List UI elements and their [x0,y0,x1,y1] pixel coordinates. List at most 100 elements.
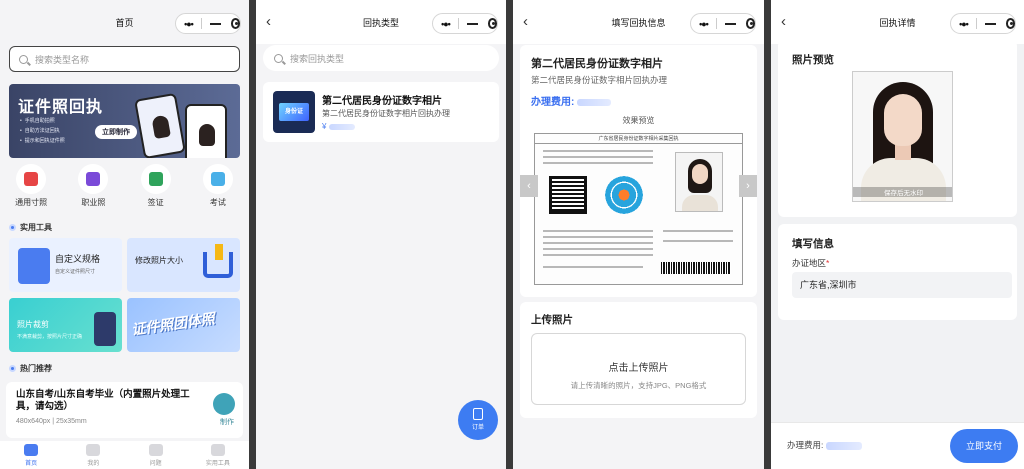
portrait-photo [675,152,723,212]
home-screen: 首页 •●• 搜索类型名称 证件照回执 手机自助拍照 自助方法证回执 提示和回执… [0,0,249,469]
more-icon[interactable]: •●• [433,19,458,29]
logo-seal [605,176,643,214]
section-tools: 实用工具 [9,222,52,233]
exam-icon [210,172,225,186]
promo-banner[interactable]: 证件照回执 手机自助拍照 自助方法证回执 提示和回执证件照 立即制作 [9,84,240,158]
back-icon[interactable]: ‹ [781,14,786,29]
search-icon [19,54,28,64]
tool-resize-photo[interactable]: 修改照片大小 [127,238,240,292]
bullet-icon [9,224,16,231]
tools-icon [210,444,225,456]
close-icon[interactable] [487,18,497,29]
category-visa[interactable]: 签证 [127,164,185,208]
item-price: ¥ [322,122,355,131]
item-title: 第二代居民身份证数字相片 [322,96,442,107]
close-icon[interactable] [230,18,240,29]
mini-program-capsule: •●• [432,13,498,34]
fee-blurred [825,441,862,450]
tab-bar: 首页 我的 问题 实用工具 [0,441,249,469]
make-button-label[interactable]: 制作 [220,417,234,427]
tool-group-photo[interactable]: 证件照团体照 [127,298,240,352]
search-input[interactable]: 搜索回执类型 [263,45,499,71]
back-icon[interactable]: ‹ [266,14,271,29]
banner-title: 证件照回执 [18,99,104,116]
photo-preview[interactable]: 保存后无水印 [852,71,953,202]
back-icon[interactable]: ‹ [523,14,528,29]
product-card: 第二代居民身份证数字相片 第二代居民身份证数字相片回执办理 办理费用: 效果预览… [520,45,757,297]
item-subtitle: 第二代居民身份证数字相片回执办理 [322,109,450,118]
banner-bullet: 自助方法证回执 [20,126,65,136]
phone-illustration [185,104,227,158]
minimize-icon[interactable] [209,22,221,25]
fee-row: 办理费用: [787,439,862,451]
fee-row: 办理费用: [531,93,612,108]
watermark-text: 保存后无水印 [853,187,952,197]
category-exam[interactable]: 考试 [189,164,247,208]
receipt-details-screen: ‹ 回执详情 •●• 照片预览 保存后无水印 填写信息 办证地区* 广东省,深圳… [771,0,1024,469]
photo-preview-card: 照片预览 保存后无水印 [778,40,1017,217]
fill-info-screen: ‹ 填写回执信息 •●• 第二代居民身份证数字相片 第二代居民身份证数字相片回执… [513,0,764,469]
resize-icon [18,248,50,284]
tab-questions[interactable]: 问题 [131,444,181,467]
orders-button[interactable]: 订单 [458,400,498,440]
more-icon[interactable]: •●• [176,19,201,29]
next-arrow-icon[interactable]: › [739,175,757,197]
banner-bullet: 手机自助拍照 [20,116,65,126]
form-header: 广东省居民身份证数字相片采集回执 [535,134,742,144]
photo-preview-title: 照片预览 [792,54,834,66]
category-standard[interactable]: 通用寸照 [2,164,60,208]
banner-bullet: 提示和回执证件照 [20,136,65,146]
payment-bar: 办理费用: 立即支付 [771,422,1024,469]
qr-code [549,176,587,214]
user-icon [86,444,101,456]
question-icon [148,444,163,456]
upload-main-text: 点击上传照片 [608,363,669,374]
nav-bar: 首页 •●• [0,0,249,44]
mini-program-capsule: •●• [690,13,756,34]
more-icon[interactable]: •●• [951,19,976,29]
search-placeholder: 搜索回执类型 [290,53,345,64]
minimize-icon[interactable] [984,22,996,25]
tab-tools[interactable]: 实用工具 [193,444,243,467]
upload-area[interactable]: 点击上传照片 请上传清晰的照片，支持JPG、PNG格式 [531,333,746,405]
region-field[interactable]: 广东省,深圳市 [792,272,1012,298]
receipt-form-preview: 广东省居民身份证数字相片采集回执 [534,133,743,285]
nav-bar: ‹ 回执详情 •●• [771,0,1024,44]
fill-info-title: 填写信息 [792,238,834,250]
banner-bullets: 手机自助拍照 自助方法证回执 提示和回执证件照 [20,116,65,146]
upload-hint: 请上传清晰的照片，支持JPG、PNG格式 [570,381,707,390]
fee-blurred [577,98,612,106]
upload-title: 上传照片 [531,314,573,326]
nav-bar: ‹ 填写回执信息 •●• [513,0,764,44]
hot-item-card[interactable]: 山东自考/山东自考毕业（内置照片处理工具，请勾选） 480x640px | 25… [6,382,243,438]
minimize-icon[interactable] [466,22,478,25]
search-input[interactable]: 搜索类型名称 [9,46,240,72]
mini-program-capsule: •●• [950,13,1016,34]
bullet-icon [9,365,16,372]
search-placeholder: 搜索类型名称 [35,54,90,65]
phone-illustration [134,92,186,158]
make-icon[interactable] [213,393,235,415]
prev-arrow-icon[interactable]: ‹ [520,175,538,197]
tool-custom-size[interactable]: 自定义规格 自定义证件照尺寸 [9,238,122,292]
tab-home[interactable]: 首页 [6,444,56,467]
receipt-type-item[interactable]: 身份证 第二代居民身份证数字相片 第二代居民身份证数字相片回执办理 ¥ [263,82,499,142]
category-row: 通用寸照 职业照 签证 考试 [0,164,249,208]
page-title: 填写回执信息 [611,17,666,28]
pay-now-button[interactable]: 立即支付 [950,429,1018,463]
more-icon[interactable]: •●• [691,19,716,29]
product-title: 第二代居民身份证数字相片 [531,58,663,70]
category-professional[interactable]: 职业照 [64,164,122,208]
stamp-icon [148,172,163,186]
make-now-button[interactable]: 立即制作 [95,125,137,139]
home-icon [24,444,39,456]
fill-info-card: 填写信息 办证地区* 广东省,深圳市 [778,224,1017,320]
barcode [661,262,731,274]
minimize-icon[interactable] [724,22,736,25]
tab-mine[interactable]: 我的 [68,444,118,467]
tie-icon [86,172,101,186]
order-icon [473,408,483,420]
tool-crop[interactable]: 照片裁剪 不满意裁剪，按照片尺寸正确 [9,298,122,352]
close-icon[interactable] [1005,18,1015,29]
close-icon[interactable] [745,18,755,29]
